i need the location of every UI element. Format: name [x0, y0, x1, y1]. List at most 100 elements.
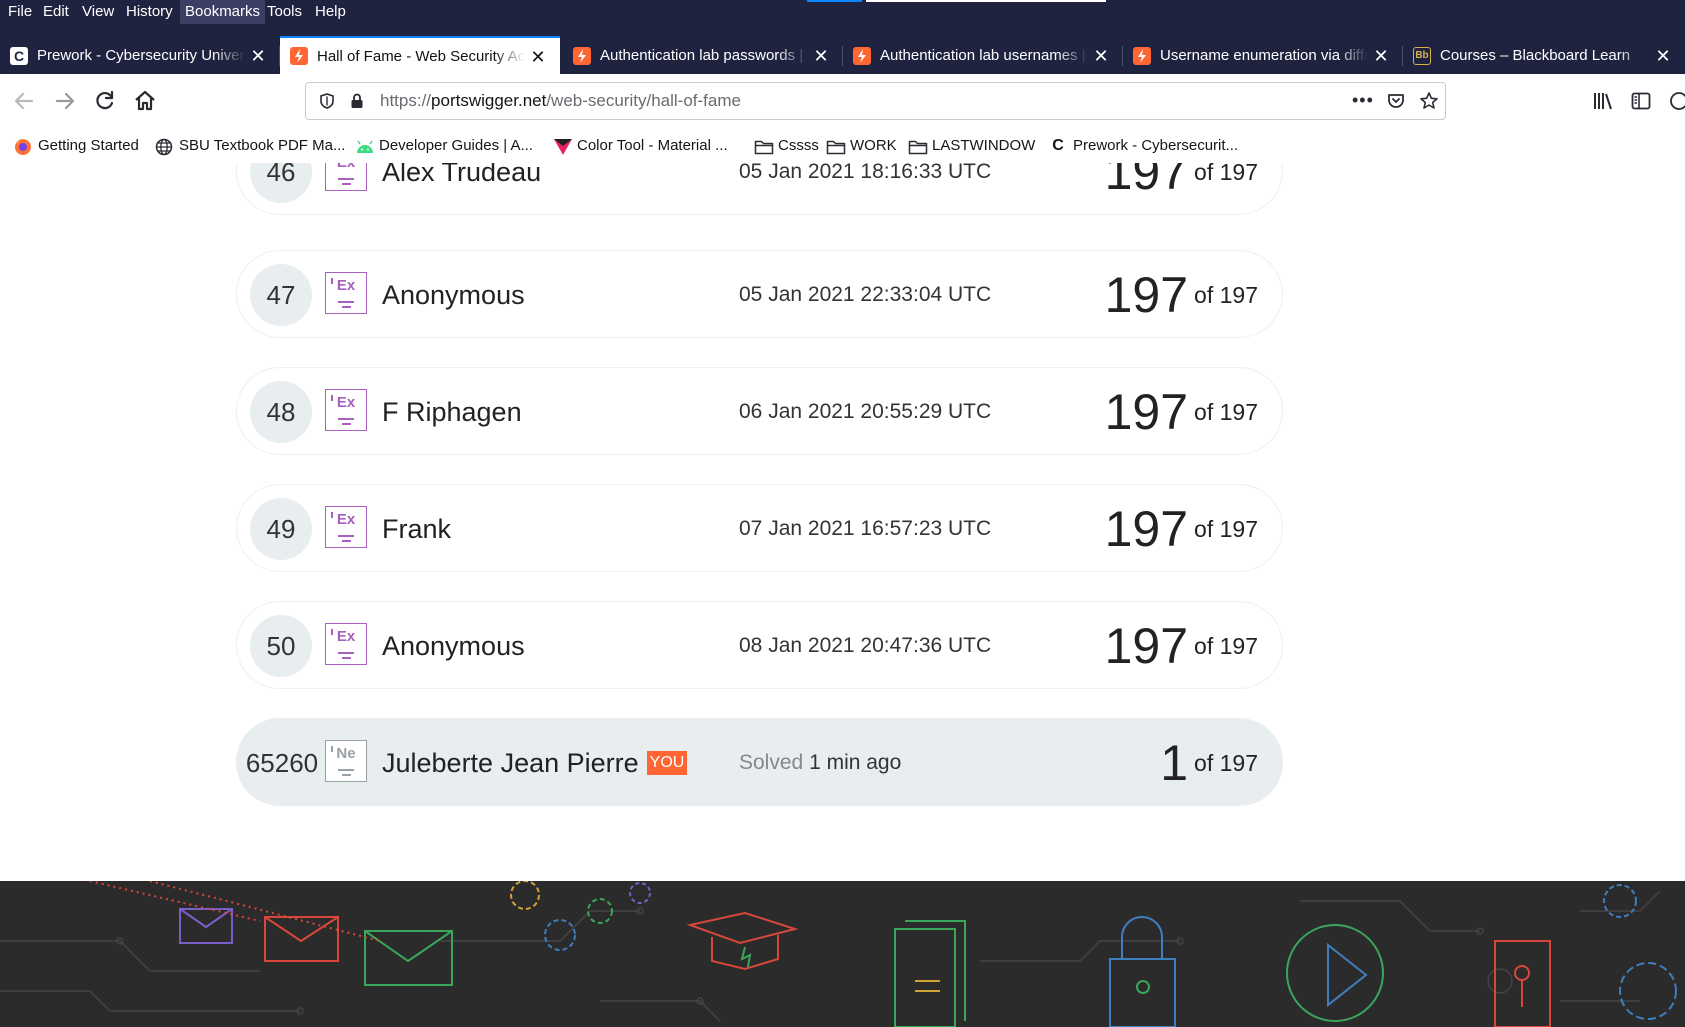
user-name: F Riphagen	[382, 397, 522, 427]
tab-prework[interactable]: C Prework - Cybersecurity University ✕	[0, 38, 280, 74]
gear-icon	[629, 882, 651, 904]
material-icon	[553, 135, 572, 156]
rank-number: 46	[250, 163, 312, 203]
level-badge-icon: Ex	[325, 163, 367, 191]
rank-number: 50	[250, 615, 312, 677]
tab-blackboard[interactable]: Bb Courses – Blackboard Learn ✕	[1403, 38, 1685, 74]
level-badge-icon: Ne	[325, 740, 367, 782]
star-bookmark-icon[interactable]	[1419, 91, 1439, 116]
bookmark-folder-work[interactable]: WORK	[826, 129, 897, 163]
rank-number: 47	[250, 264, 312, 326]
c-icon: C	[1052, 137, 1064, 155]
tab-title: Courses – Blackboard Learn	[1440, 47, 1631, 64]
score: 1 of 197	[1160, 735, 1258, 791]
score: 197 of 197	[1104, 267, 1258, 323]
url-text[interactable]: https://portswigger.net/web-security/hal…	[380, 83, 741, 119]
tab-title: Username enumeration via different respo…	[1160, 47, 1368, 64]
lock-icon[interactable]	[348, 92, 366, 115]
you-badge: YOU	[646, 750, 688, 775]
reload-button[interactable]	[90, 86, 120, 116]
leaderboard-row: 46 Ex Alex Trudeau 05 Jan 2021 18:16:33 …	[236, 163, 1283, 215]
menu-edit[interactable]: Edit	[38, 0, 74, 24]
bookmark-sbu-textbook[interactable]: SBU Textbook PDF Ma...	[155, 129, 345, 163]
close-icon[interactable]: ✕	[1091, 38, 1111, 74]
folder-icon	[754, 135, 774, 155]
level-badge-icon: Ex	[325, 623, 367, 665]
padlock-icon	[1109, 916, 1176, 1027]
portswigger-icon	[853, 47, 871, 65]
menu-view[interactable]: View	[77, 0, 119, 24]
tab-auth-passwords[interactable]: Authentication lab passwords | Web Secur…	[563, 38, 843, 74]
play-button-icon	[1286, 924, 1384, 1022]
book-icon	[894, 920, 966, 1027]
tab-drag-accent	[807, 0, 862, 2]
bookmark-color-tool[interactable]: Color Tool - Material ...	[553, 129, 728, 163]
bookmarks-toolbar: Getting Started SBU Textbook PDF Ma... D…	[0, 129, 1685, 164]
current-user-row: 65260 Ne Juleberte Jean Pierre YOU Solved…	[236, 718, 1283, 806]
rank-number: 65260	[245, 748, 319, 778]
completion-date: 06 Jan 2021 20:55:29 UTC	[739, 400, 992, 423]
bookmark-getting-started[interactable]: Getting Started	[14, 129, 139, 163]
level-badge-icon: Ex	[325, 506, 367, 548]
menu-file[interactable]: File	[3, 0, 37, 24]
mail-icon	[364, 930, 453, 986]
tab-title: Authentication lab usernames | Web Secur…	[880, 47, 1088, 64]
android-icon	[355, 135, 373, 154]
completion-date: 05 Jan 2021 18:16:33 UTC	[739, 163, 992, 183]
address-bar[interactable]: https://portswigger.net/web-security/hal…	[305, 82, 1446, 120]
completion-date: 08 Jan 2021 20:47:36 UTC	[739, 634, 992, 657]
leaderboard-row: 48 Ex F Riphagen 06 Jan 2021 20:55:29 UT…	[236, 367, 1283, 455]
library-icon[interactable]	[1592, 90, 1614, 117]
rank-number: 48	[250, 381, 312, 443]
portswigger-icon	[1133, 47, 1151, 65]
user-name: Alex Trudeau	[382, 163, 542, 187]
gear-icon	[544, 919, 576, 951]
forward-button[interactable]	[50, 86, 80, 116]
close-icon[interactable]: ✕	[811, 38, 831, 74]
rank-number: 49	[250, 498, 312, 560]
menu-bookmarks[interactable]: Bookmarks	[180, 0, 266, 24]
tab-username-enumeration[interactable]: Username enumeration via different respo…	[1123, 38, 1403, 74]
mail-icon	[264, 916, 339, 962]
folder-icon	[826, 135, 846, 155]
blackboard-icon: Bb	[1413, 47, 1431, 65]
account-icon[interactable]	[1668, 90, 1685, 117]
sidebar-icon[interactable]	[1630, 90, 1652, 117]
back-button[interactable]	[9, 86, 39, 116]
bookmark-developer-guides[interactable]: Developer Guides | A...	[355, 129, 533, 163]
menu-tools[interactable]: Tools	[262, 0, 307, 24]
bookmark-folder-lastwindow[interactable]: LASTWINDOW	[908, 129, 1035, 163]
completion-date: 07 Jan 2021 16:57:23 UTC	[739, 517, 992, 540]
firefox-icon	[14, 135, 32, 156]
user-name: Frank	[382, 514, 452, 544]
close-icon[interactable]: ✕	[1371, 38, 1391, 74]
gear-icon	[1619, 962, 1677, 1020]
score: 197 of 197	[1104, 501, 1258, 557]
close-icon[interactable]: ✕	[248, 38, 268, 74]
user-name: Anonymous	[382, 280, 525, 310]
score: 197 of 197	[1104, 618, 1258, 674]
user-name: Juleberte Jean Pierre YOU	[382, 719, 688, 807]
home-button[interactable]	[130, 86, 160, 116]
tab-auth-usernames[interactable]: Authentication lab usernames | Web Secur…	[843, 38, 1123, 74]
graduation-cap-icon	[686, 911, 799, 971]
tracking-shield-icon[interactable]	[318, 92, 336, 115]
tab-hall-of-fame[interactable]: Hall of Fame - Web Security Academy ✕	[280, 36, 560, 76]
solved-time: Solved 1 min ago	[739, 751, 902, 774]
completion-date: 05 Jan 2021 22:33:04 UTC	[739, 283, 992, 306]
tab-title: Hall of Fame - Web Security Academy	[317, 48, 525, 65]
leaderboard-row: 50 Ex Anonymous 08 Jan 2021 20:47:36 UTC…	[236, 601, 1283, 689]
c-icon: C	[10, 47, 28, 65]
footer-illustration	[0, 881, 1685, 1027]
close-icon[interactable]: ✕	[528, 38, 548, 76]
bookmark-prework[interactable]: C Prework - Cybersecurit...	[1049, 129, 1238, 163]
pocket-icon[interactable]	[1386, 91, 1406, 116]
tab-title: Prework - Cybersecurity University	[37, 47, 245, 64]
page-actions-icon[interactable]: •••	[1352, 90, 1374, 111]
close-icon[interactable]: ✕	[1653, 38, 1673, 74]
tab-title: Authentication lab passwords | Web Secur…	[600, 47, 808, 64]
menu-history[interactable]: History	[121, 0, 178, 24]
bookmark-folder-cssss[interactable]: Cssss	[754, 129, 819, 163]
globe-icon	[155, 135, 173, 156]
menu-help[interactable]: Help	[310, 0, 351, 24]
